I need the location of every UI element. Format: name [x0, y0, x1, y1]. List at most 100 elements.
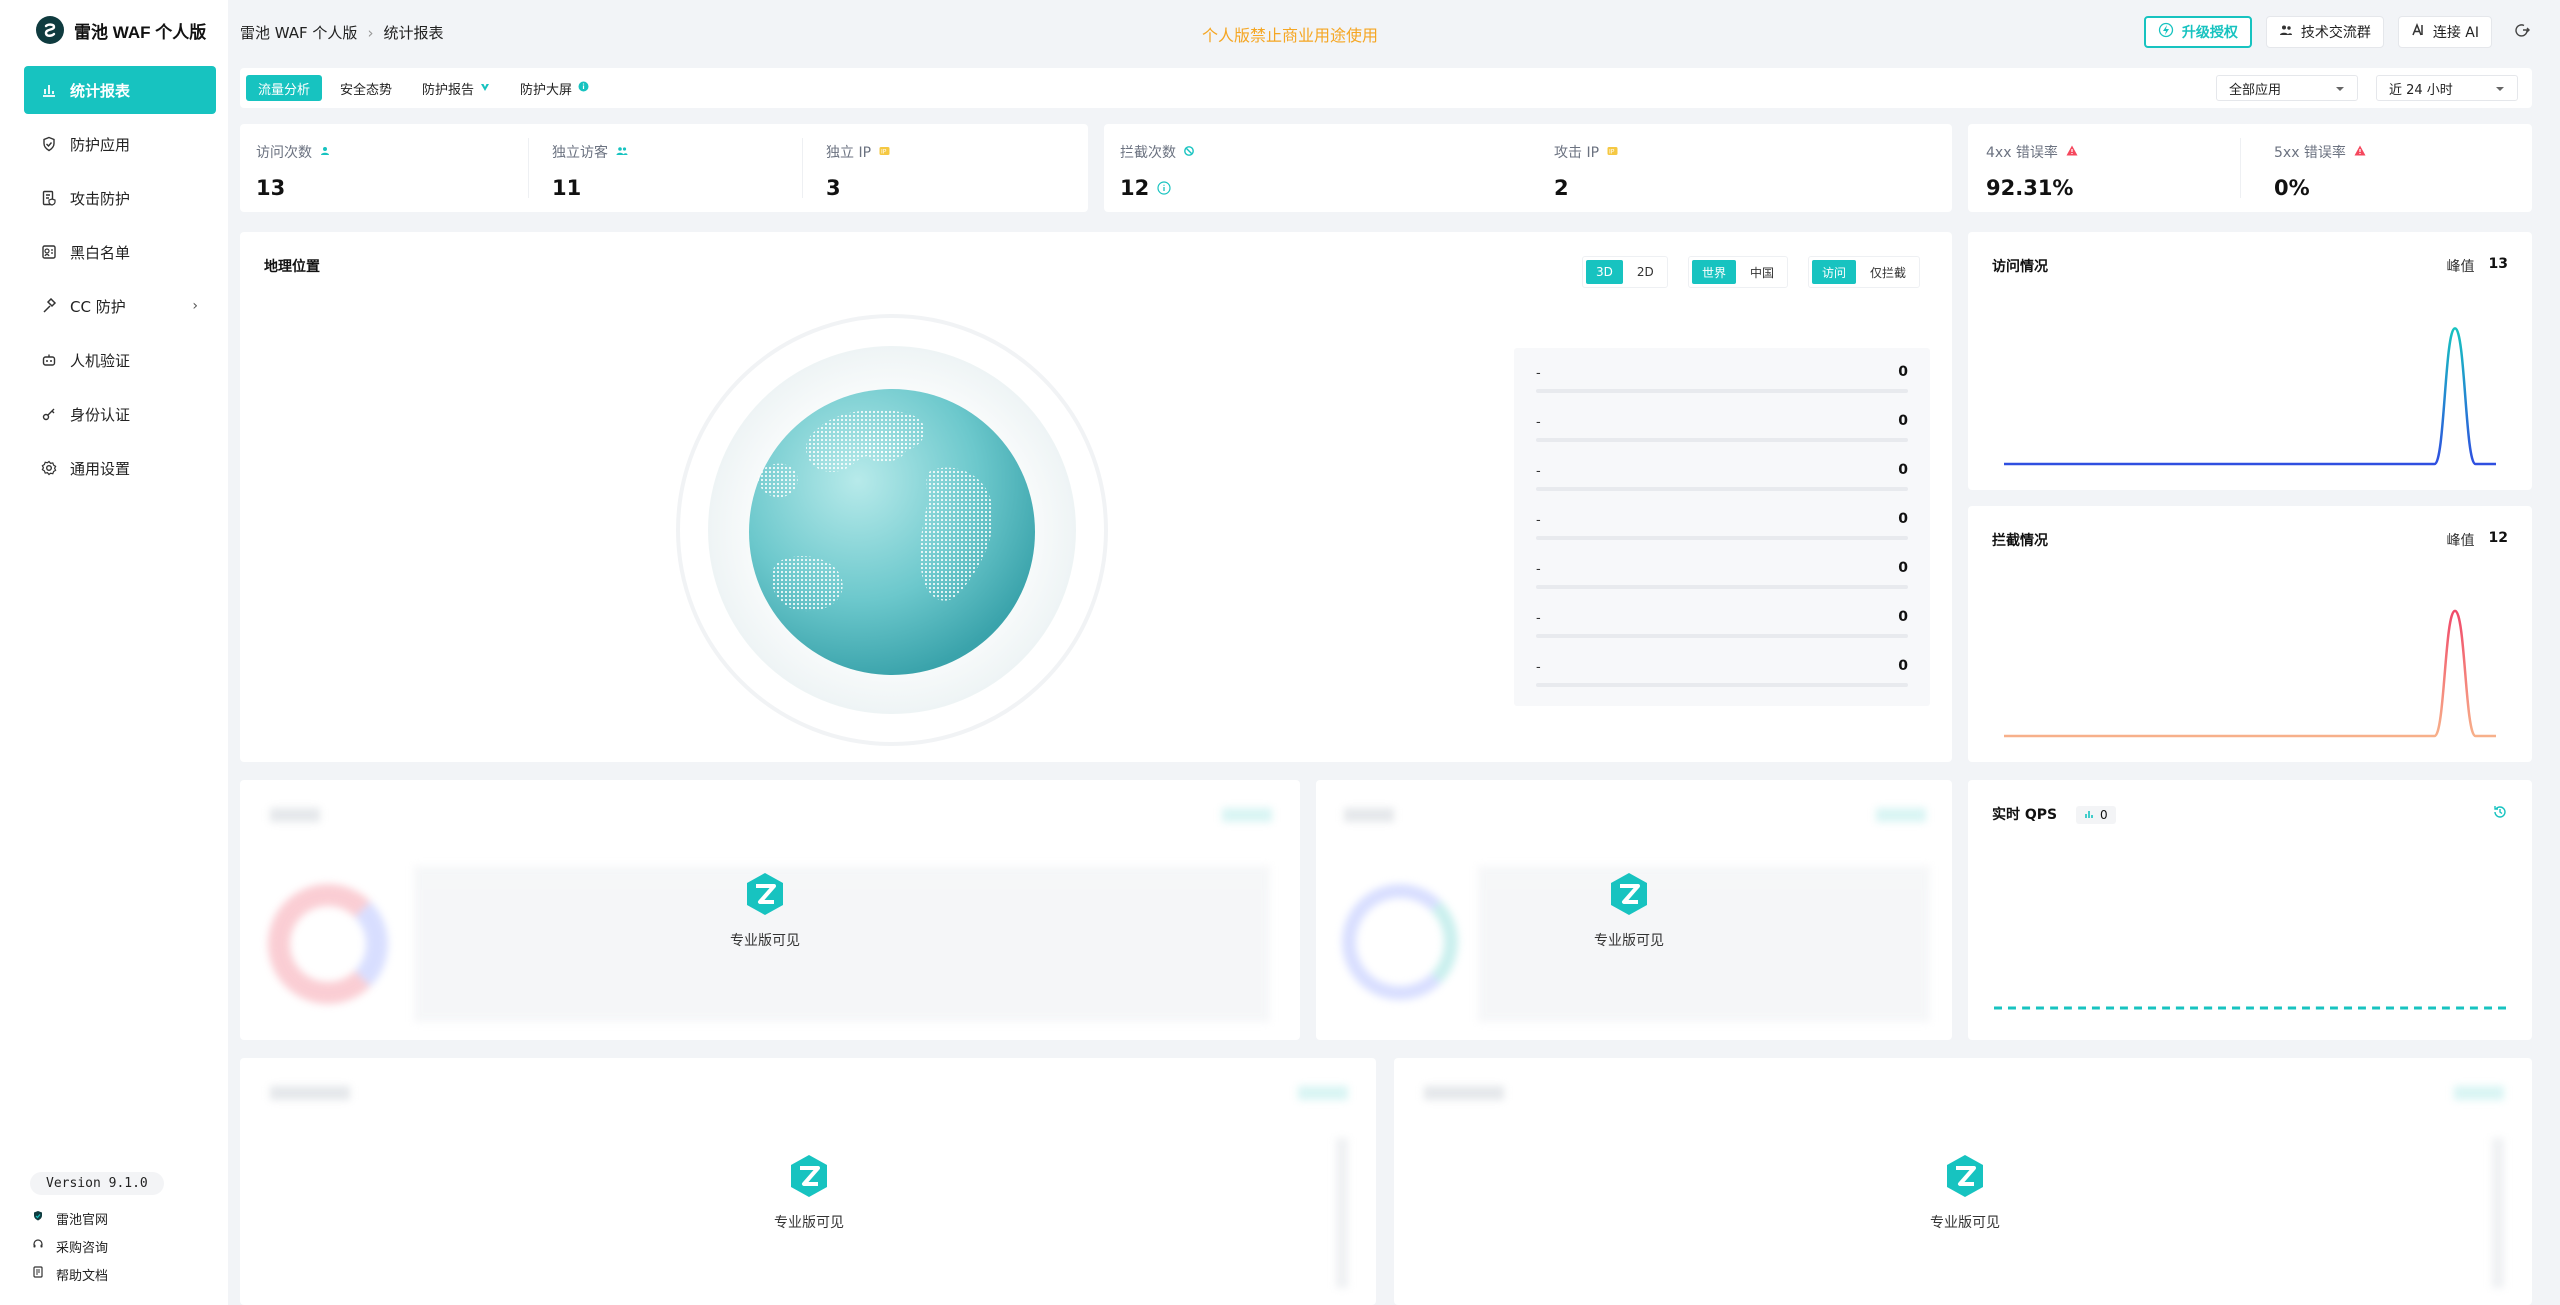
- sidebar-item-label: 统计报表: [70, 81, 131, 100]
- info-icon: [578, 81, 589, 96]
- pro-locked-card-1: 专业版可见: [240, 780, 1300, 1040]
- upgrade-button[interactable]: 升级授权: [2143, 16, 2252, 48]
- list-item: -0: [1536, 413, 1908, 462]
- tab-protection-report[interactable]: 防护报告: [410, 75, 502, 101]
- logout-button[interactable]: [2506, 16, 2538, 48]
- time-range-select[interactable]: 近 24 小时: [2376, 75, 2518, 101]
- users-icon: [2279, 23, 2293, 41]
- breadcrumb-separator-icon: ›: [367, 23, 374, 42]
- access-card: 访问情况 峰值 13: [1968, 232, 2532, 490]
- breadcrumb: 雷池 WAF 个人版 › 统计报表: [240, 22, 443, 43]
- toggle-world[interactable]: 世界: [1692, 260, 1737, 284]
- purchase-consult-link[interactable]: 采购咨询: [32, 1232, 108, 1260]
- progress-bar: [1536, 389, 1908, 393]
- progress-bar: [1536, 438, 1908, 442]
- info-circle-icon[interactable]: [1157, 176, 1171, 200]
- sidebar-item-cc[interactable]: CC 防护 ›: [24, 282, 216, 330]
- report-tabs: 流量分析 安全态势 防护报告 防护大屏: [246, 75, 601, 101]
- sidebar-item-auth[interactable]: 身份认证: [24, 390, 216, 438]
- version-badge: Version 9.1.0: [30, 1172, 164, 1195]
- warning-icon: [2066, 144, 2078, 160]
- stat-4xx: 4xx 错误率 92.31%: [1986, 142, 2078, 200]
- toggle-china[interactable]: 中国: [1740, 260, 1784, 284]
- stat-blocked: 拦截次数 12: [1120, 142, 1194, 200]
- toggle-visits[interactable]: 访问: [1812, 260, 1857, 284]
- error-stats-card: 4xx 错误率 92.31% 5xx 错误率 0%: [1968, 124, 2532, 212]
- tab-protection-screen[interactable]: 防护大屏: [508, 75, 601, 101]
- sidebar-item-label: 人机验证: [70, 351, 131, 370]
- sidebar: 雷池 WAF 个人版 统计报表 防护应用 攻击防护 黑白名单 CC 防护 › 人…: [0, 0, 228, 1305]
- toggle-3d[interactable]: 3D: [1586, 260, 1623, 284]
- divider: [528, 138, 529, 198]
- connect-ai-button[interactable]: 连接 AI: [2397, 16, 2492, 48]
- svg-text:IP: IP: [881, 149, 887, 156]
- tab-security-situation[interactable]: 安全态势: [328, 75, 404, 101]
- pro-visible-notice: 专业版可见: [730, 872, 800, 950]
- progress-bar: [1536, 585, 1908, 589]
- chevron-right-icon[interactable]: ›: [192, 298, 198, 314]
- sidebar-item-attack[interactable]: 攻击防护: [24, 174, 216, 222]
- sidebar-item-label: 防护应用: [70, 135, 131, 154]
- license-notice: 个人版禁止商业用途使用: [1202, 26, 1379, 45]
- stat-attack-ip: 攻击 IP IP 2: [1554, 142, 1618, 200]
- sidebar-item-label: 黑白名单: [70, 243, 131, 262]
- tab-traffic-analysis[interactable]: 流量分析: [246, 75, 323, 101]
- sidebar-item-apps[interactable]: 防护应用: [24, 120, 216, 168]
- safeline-logo-icon: [36, 16, 64, 44]
- stat-unique-ip: 独立 IP IP 3: [826, 142, 890, 200]
- series-line: [2003, 609, 2496, 738]
- sidebar-item-label: CC 防护: [70, 297, 126, 316]
- qps-card: 实时 QPS 0: [1968, 780, 2532, 1040]
- pro-logo-icon: [1945, 1154, 1985, 1202]
- globe-3d[interactable]: [672, 310, 1112, 750]
- divider: [2240, 138, 2241, 198]
- sidebar-item-label: 身份认证: [70, 405, 131, 424]
- brand[interactable]: 雷池 WAF 个人版: [36, 16, 206, 44]
- sidebar-item-label: 攻击防护: [70, 189, 131, 208]
- shield-icon: [40, 135, 58, 153]
- pro-visible-notice: 专业版可见: [774, 1154, 844, 1232]
- dimension-toggle: 3D 2D: [1582, 256, 1668, 288]
- progress-bar: [1536, 487, 1908, 491]
- community-button[interactable]: 技术交流群: [2265, 16, 2384, 48]
- geo-card: 地理位置 3D 2D 世界 中国 访问 仅拦截 - 0 - 0 - 0 - 0 …: [240, 232, 1952, 762]
- breadcrumb-current: 统计报表: [383, 24, 444, 42]
- region-toggle: 世界 中国: [1688, 256, 1789, 288]
- pro-logo-icon: [789, 1154, 829, 1202]
- block-stats-card: 拦截次数 12 攻击 IP IP 2: [1104, 124, 1952, 212]
- sidebar-item-blackwhite[interactable]: 黑白名单: [24, 228, 216, 276]
- block-card: 拦截情况 峰值 12: [1968, 506, 2532, 762]
- hammer-icon: [40, 297, 58, 315]
- official-site-link[interactable]: 雷池官网: [32, 1204, 108, 1232]
- footer-links: 雷池官网 采购咨询 帮助文档: [32, 1204, 108, 1288]
- bar-chart-icon: [40, 81, 58, 99]
- qps-line-chart: [1994, 1006, 2506, 1010]
- progress-bar: [1536, 536, 1908, 540]
- breadcrumb-root[interactable]: 雷池 WAF 个人版: [240, 22, 357, 43]
- stat-5xx: 5xx 错误率 0%: [2274, 142, 2366, 200]
- caret-down-icon: [2335, 81, 2345, 96]
- pro-visible-notice: 专业版可见: [1594, 872, 1664, 950]
- shield-logo-icon: [32, 1210, 44, 1226]
- list-item: -0: [1536, 462, 1908, 511]
- pro-visible-notice: 专业版可见: [1930, 1154, 2000, 1232]
- sidebar-item-stats[interactable]: 统计报表: [24, 66, 216, 114]
- document-icon: [32, 1266, 44, 1282]
- geo-title: 地理位置: [264, 259, 320, 275]
- key-icon: [40, 405, 58, 423]
- sidebar-item-captcha[interactable]: 人机验证: [24, 336, 216, 384]
- toggle-blocked-only[interactable]: 仅拦截: [1860, 260, 1916, 284]
- pro-locked-card-4: 专业版可见: [1394, 1058, 2532, 1305]
- traffic-stats-card: 访问次数 13 独立访客 11 独立 IP IP 3: [240, 124, 1088, 212]
- robot-icon: [40, 351, 58, 369]
- app-select[interactable]: 全部应用: [2216, 75, 2358, 101]
- help-docs-link[interactable]: 帮助文档: [32, 1260, 108, 1288]
- geo-ranking-list: -0 -0 -0 -0 -0 -0 -0: [1514, 348, 1930, 706]
- pro-logo-icon: [1609, 872, 1649, 920]
- users-icon: [616, 144, 628, 160]
- pro-logo-icon: [745, 872, 785, 920]
- list-item: -0: [1536, 364, 1908, 413]
- toggle-2d[interactable]: 2D: [1627, 260, 1664, 284]
- sidebar-item-settings[interactable]: 通用设置: [24, 444, 216, 492]
- list-item: -0: [1536, 560, 1908, 609]
